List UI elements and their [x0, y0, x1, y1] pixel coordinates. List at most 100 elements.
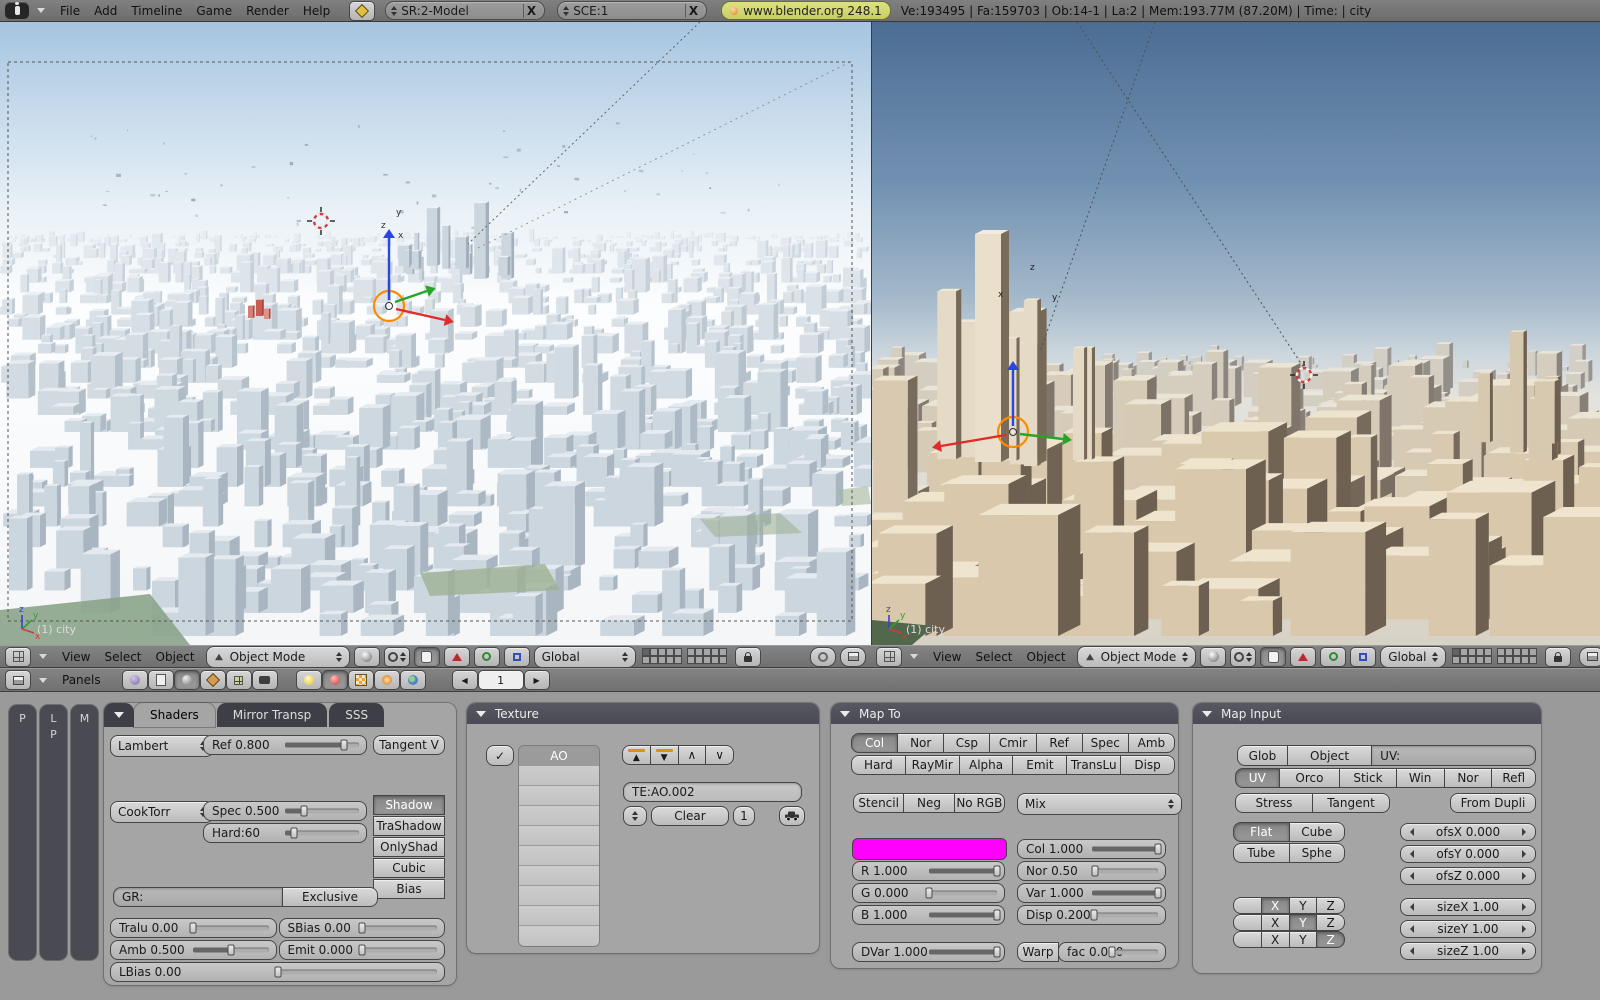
viewport-menu[interactable]: Object	[1020, 650, 1073, 664]
scale-manipulator-button[interactable]	[503, 646, 530, 667]
decrement-arrow-icon[interactable]	[1406, 850, 1414, 858]
increment-arrow-icon[interactable]	[1522, 903, 1530, 911]
layer-toggle[interactable]	[702, 647, 711, 656]
lock-layers-button[interactable]	[734, 646, 761, 667]
coord-toggle[interactable]: Win	[1395, 768, 1445, 788]
texture-channel[interactable]	[519, 906, 599, 926]
editor-type-button[interactable]	[876, 646, 902, 667]
topbar-menu[interactable]: Render	[239, 4, 296, 18]
layer-buttons[interactable]	[1452, 647, 1538, 665]
texture-channel[interactable]	[519, 886, 599, 906]
layer-toggle[interactable]	[1505, 647, 1514, 656]
slider-amb[interactable]: Amb 0.500	[110, 940, 277, 960]
vertical-tab-letter[interactable]: P	[19, 712, 26, 725]
frame-prev-button[interactable]: ◀	[451, 670, 478, 690]
header-menu-toggle-icon[interactable]	[910, 654, 918, 659]
layer-toggle[interactable]	[665, 655, 674, 664]
layer-toggle[interactable]	[1529, 655, 1538, 664]
increment-arrow-icon[interactable]	[1522, 850, 1530, 858]
projection-toggle[interactable]: Cube	[1288, 822, 1345, 842]
layer-toggle[interactable]	[665, 647, 674, 656]
layer-toggle[interactable]	[1497, 655, 1506, 664]
script-context-button[interactable]	[147, 670, 174, 690]
layer-toggle[interactable]	[1460, 647, 1469, 656]
topbar-menu[interactable]: Help	[296, 4, 337, 18]
increment-arrow-icon[interactable]	[1522, 947, 1530, 955]
coord-toggle[interactable]: Glob	[1237, 745, 1288, 766]
pivot-button[interactable]	[383, 646, 410, 667]
coord-toggle[interactable]: Stick	[1339, 768, 1397, 788]
topbar-menu[interactable]: File	[53, 4, 87, 18]
frame-next-button[interactable]: ▶	[523, 670, 550, 690]
axis-toggle-x[interactable]: X	[1260, 914, 1290, 931]
shadow-toggle[interactable]: TraShadow	[373, 816, 445, 836]
lamp-buttons-button[interactable]	[295, 670, 322, 690]
texture-move-top-button[interactable]: ▲	[622, 745, 651, 765]
texture-users-count-button[interactable]: 1	[733, 806, 755, 826]
layer-toggle[interactable]	[718, 655, 727, 664]
slider-lbias[interactable]: LBias 0.00	[110, 962, 445, 982]
slider-emit[interactable]: Emit 0.000	[278, 940, 445, 960]
layer-toggle[interactable]	[1484, 647, 1493, 656]
blender-logo-icon[interactable]	[5, 2, 29, 19]
translate-manipulator-button[interactable]	[443, 646, 470, 667]
uv-layer-field[interactable]: UV:	[1371, 745, 1536, 766]
axis-toggle-x[interactable]: X	[1260, 897, 1290, 914]
projection-toggle[interactable]: Tube	[1233, 843, 1290, 863]
axis-toggle-none[interactable]	[1233, 931, 1262, 948]
map-to-modifier-toggle[interactable]: Stencil	[853, 793, 905, 813]
slider-disp[interactable]: Disp 0.200	[1017, 905, 1166, 925]
warp-toggle[interactable]: Warp	[1017, 942, 1059, 962]
mode-dropdown[interactable]: Object Mode	[1076, 645, 1197, 668]
coord-toggle[interactable]: UV	[1235, 768, 1280, 788]
texture-channel[interactable]	[519, 846, 599, 866]
number-field-ofsx[interactable]: ofsX 0.000	[1400, 823, 1536, 841]
shadow-toggle[interactable]: OnlyShad	[373, 837, 445, 857]
layer-toggle[interactable]	[673, 655, 682, 664]
map-to-panel-header[interactable]: Map To	[831, 703, 1178, 724]
increment-arrow-icon[interactable]	[1522, 828, 1530, 836]
layer-buttons[interactable]	[641, 647, 728, 665]
layer-toggle[interactable]	[649, 655, 658, 664]
texture-color-swatch[interactable]	[852, 838, 1007, 860]
viewport-menu[interactable]: View	[926, 650, 968, 664]
draw-type-button[interactable]	[1200, 646, 1227, 667]
layer-toggle[interactable]	[673, 647, 682, 656]
slider-spec[interactable]: Spec 0.500	[203, 801, 367, 821]
map-to-channel-toggle[interactable]: Amb	[1127, 733, 1175, 753]
map-to-modifier-toggle[interactable]: Neg	[903, 793, 955, 813]
layer-toggle[interactable]	[1513, 655, 1522, 664]
layer-toggle[interactable]	[694, 655, 703, 664]
slider-var[interactable]: Var 1.000	[1017, 883, 1166, 903]
slider-tralu[interactable]: Tralu 0.00	[110, 918, 277, 938]
layer-toggle[interactable]	[1521, 647, 1530, 656]
coord-toggle[interactable]: Tangent	[1312, 793, 1390, 813]
render-this-window-button[interactable]	[840, 646, 866, 667]
viewport-left[interactable]: z y x z y x (1) city	[0, 22, 872, 645]
layer-toggle[interactable]	[657, 655, 666, 664]
viewport-menu[interactable]: Select	[97, 650, 148, 664]
logic-context-button[interactable]	[121, 670, 148, 690]
spec-shader-dropdown[interactable]: CookTorr	[110, 801, 214, 823]
slider-fac[interactable]: fac 0.000	[1058, 942, 1166, 962]
decrement-arrow-icon[interactable]	[1406, 872, 1414, 880]
transform-orientation-dropdown[interactable]: Global	[533, 645, 636, 668]
increment-arrow-icon[interactable]	[1522, 872, 1530, 880]
slider-b[interactable]: B 1.000	[852, 905, 1005, 925]
layer-toggle[interactable]	[1468, 647, 1477, 656]
coord-toggle[interactable]: Orco	[1278, 768, 1341, 788]
texture-enable-check-button[interactable]: ✓	[486, 745, 514, 766]
editor-type-button[interactable]	[5, 646, 31, 667]
panels-menu[interactable]: Panels	[55, 673, 108, 687]
unlink-screen-button[interactable]: X	[522, 3, 539, 18]
axis-toggle-y[interactable]: Y	[1288, 897, 1318, 914]
texture-channel[interactable]	[519, 826, 599, 846]
viewport-menu[interactable]: Object	[149, 650, 202, 664]
layer-toggle[interactable]	[1505, 655, 1514, 664]
decrement-arrow-icon[interactable]	[1406, 925, 1414, 933]
render-this-window-button[interactable]	[1579, 646, 1600, 667]
header-menu-toggle-icon[interactable]	[39, 677, 47, 683]
coord-toggle[interactable]: Nor	[1443, 768, 1493, 788]
texture-browse-button[interactable]	[623, 806, 647, 826]
texture-channel[interactable]	[519, 926, 599, 946]
